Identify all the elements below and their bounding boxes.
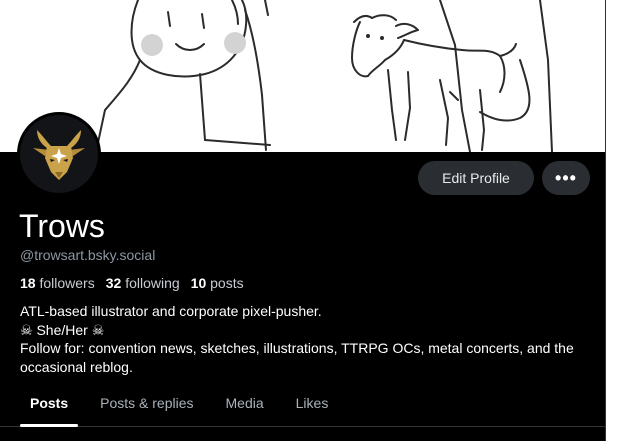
more-options-button[interactable]: •••: [542, 161, 590, 195]
bio-pronouns: ☠ She/Her ☠: [20, 321, 105, 338]
posts-count: 10: [190, 275, 207, 291]
profile-avatar[interactable]: [17, 112, 101, 196]
followers-label: followers: [39, 275, 95, 291]
following-label: following: [125, 275, 180, 291]
profile-page: Edit Profile ••• Trows @trowsart.bsky.so…: [0, 0, 606, 441]
following-count: 32: [105, 275, 122, 291]
tab-likes[interactable]: Likes: [280, 386, 345, 426]
scrollbar[interactable]: [606, 0, 621, 441]
profile-handle: @trowsart.bsky.social: [20, 247, 156, 263]
followers-link[interactable]: 18 followers: [20, 274, 95, 292]
following-link[interactable]: 32 following: [106, 274, 180, 292]
tab-posts-and-replies[interactable]: Posts & replies: [84, 386, 209, 426]
display-name: Trows: [19, 208, 105, 244]
posts-label: posts: [210, 275, 244, 291]
profile-stats: 18 followers 32 following 10 posts: [20, 274, 244, 292]
tab-posts[interactable]: Posts: [14, 386, 84, 427]
profile-bio: ATL-based illustrator and corporate pixe…: [20, 302, 595, 376]
profile-tabs: Posts Posts & replies Media Likes: [0, 386, 605, 427]
edit-profile-button[interactable]: Edit Profile: [418, 161, 534, 195]
bio-line: Follow for: convention news, sketches, i…: [20, 340, 574, 375]
goat-emblem-avatar: [33, 130, 85, 180]
more-horizontal-icon: •••: [555, 167, 577, 188]
posts-stat: 10 posts: [191, 274, 244, 292]
bio-line: ATL-based illustrator and corporate pixe…: [20, 303, 322, 319]
tab-media[interactable]: Media: [210, 386, 280, 426]
followers-count: 18: [20, 275, 36, 291]
